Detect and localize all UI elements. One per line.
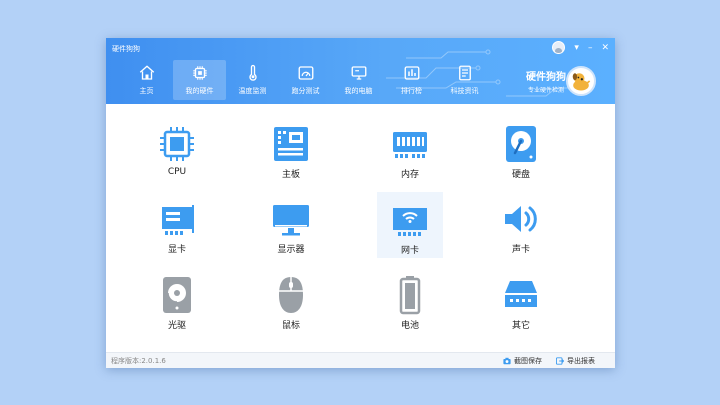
nav-item-my-computer[interactable]: 我的电脑	[332, 60, 385, 100]
hard-disk-icon	[506, 126, 536, 162]
hardware-item-battery[interactable]: 电池	[377, 267, 443, 333]
hardware-item-memory[interactable]: 内存	[377, 116, 443, 182]
main-nav: 主页 我的硬件 温度监测 跑分测试 我的电脑 排行榜 科技资讯	[120, 60, 491, 100]
ranking-icon	[404, 66, 419, 80]
news-icon	[458, 65, 471, 81]
hardware-item-graphics-card[interactable]: 显卡	[144, 191, 210, 257]
nav-label: 温度监测	[238, 87, 267, 95]
hardware-item-hard-disk[interactable]: 硬盘	[488, 116, 554, 182]
hardware-label: 电池	[400, 321, 419, 331]
hardware-label: 鼠标	[281, 321, 300, 331]
menu-dropdown-button[interactable]: ▾	[574, 42, 579, 54]
minimize-button[interactable]: –	[588, 42, 593, 54]
status-bar: 程序版本:2.0.1.6 截图保存 导出报表	[106, 352, 615, 368]
hardware-label: 声卡	[511, 245, 530, 255]
other-device-icon	[505, 281, 537, 307]
nav-item-home[interactable]: 主页	[120, 60, 173, 100]
sound-card-icon	[505, 206, 537, 232]
monitor-icon	[273, 205, 309, 236]
nav-item-ranking[interactable]: 排行榜	[385, 60, 438, 100]
graphics-card-icon	[162, 205, 194, 235]
motherboard-icon	[274, 127, 308, 161]
hardware-label: 其它	[511, 321, 530, 331]
export-report-button[interactable]: 导出报表	[556, 356, 595, 366]
nav-label: 科技资讯	[450, 87, 479, 95]
header-bar: 硬件狗狗 ▾ – ✕ 主页 我的硬件 温度监测 跑分测试 我的电脑 排行榜 科技…	[106, 38, 615, 104]
camera-icon	[503, 357, 511, 365]
thermometer-icon	[248, 64, 257, 81]
hardware-label: 内存	[400, 170, 419, 180]
screenshot-save-button[interactable]: 截图保存	[503, 356, 542, 366]
hardware-grid: CPU 主板 内存 硬盘 显卡 显示器 网卡 声卡 光驱 鼠标 电池 其它	[106, 104, 615, 352]
nav-label: 跑分测试	[291, 87, 320, 95]
hardware-item-network-card[interactable]: 网卡	[377, 192, 443, 258]
hardware-label: 网卡	[400, 246, 419, 256]
cpu-icon	[160, 127, 194, 161]
window-controls: ▾ – ✕	[552, 41, 609, 54]
nav-label: 排行榜	[401, 87, 422, 95]
dog-logo-icon	[566, 66, 596, 96]
hardware-label: 显卡	[167, 245, 186, 255]
nav-item-tech-news[interactable]: 科技资讯	[438, 60, 491, 100]
hardware-label: 主板	[281, 170, 300, 180]
version-text: 程序版本:2.0.1.6	[111, 357, 166, 365]
nav-label: 主页	[139, 87, 154, 95]
hardware-item-mouse[interactable]: 鼠标	[258, 267, 324, 333]
hardware-item-cpu[interactable]: CPU	[144, 116, 210, 182]
mouse-icon	[279, 277, 303, 313]
nav-item-my-hardware[interactable]: 我的硬件	[173, 60, 226, 100]
app-window: 硬件狗狗 ▾ – ✕ 主页 我的硬件 温度监测 跑分测试 我的电脑 排行榜 科技…	[106, 38, 615, 368]
nav-label: 我的电脑	[344, 87, 373, 95]
home-icon	[139, 65, 154, 80]
battery-icon	[399, 276, 421, 315]
screenshot-save-label: 截图保存	[514, 357, 542, 365]
hardware-label: 硬盘	[511, 170, 530, 180]
hardware-label: 光驱	[167, 321, 186, 331]
app-title: 硬件狗狗	[112, 45, 140, 53]
nav-item-temperature[interactable]: 温度监测	[226, 60, 279, 100]
hardware-item-monitor[interactable]: 显示器	[258, 191, 324, 257]
export-icon	[556, 357, 564, 365]
hardware-label: CPU	[167, 167, 187, 177]
hardware-item-sound-card[interactable]: 声卡	[488, 191, 554, 257]
nav-label: 我的硬件	[185, 87, 214, 95]
hardware-item-optical-drive[interactable]: 光驱	[144, 267, 210, 333]
network-card-icon	[393, 208, 427, 236]
computer-icon	[351, 66, 366, 80]
nav-item-benchmark[interactable]: 跑分测试	[279, 60, 332, 100]
chip-icon	[192, 66, 207, 80]
user-avatar[interactable]	[552, 41, 566, 54]
close-button[interactable]: ✕	[601, 42, 609, 54]
hardware-item-motherboard[interactable]: 主板	[258, 116, 324, 182]
speedometer-icon	[298, 66, 313, 80]
hardware-item-other[interactable]: 其它	[488, 267, 554, 333]
memory-icon	[393, 132, 427, 158]
optical-drive-icon	[163, 277, 191, 313]
hardware-label: 显示器	[277, 245, 305, 255]
export-report-label: 导出报表	[567, 357, 595, 365]
